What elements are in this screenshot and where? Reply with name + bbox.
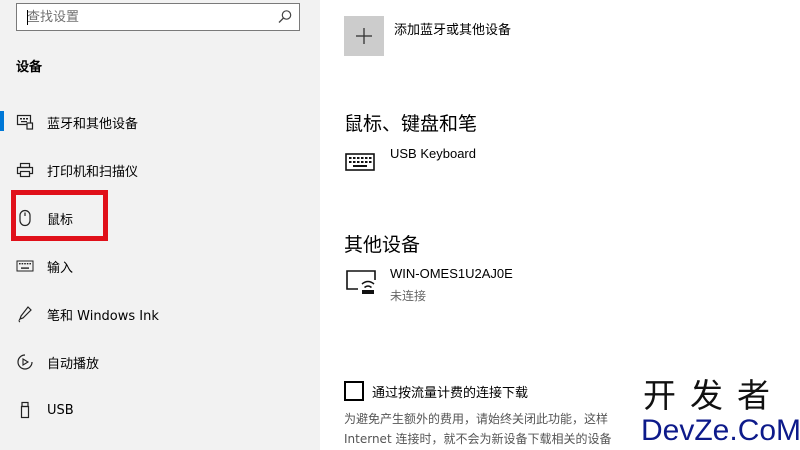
printer-icon bbox=[15, 160, 35, 180]
autoplay-icon bbox=[15, 352, 35, 372]
keyboard-device-icon bbox=[345, 153, 375, 171]
metered-description-line-1: 为避免产生额外的费用，请始终关闭此功能，这样 bbox=[344, 412, 609, 426]
sidebar-item-label: 笔和 Windows Ink bbox=[47, 308, 159, 324]
sidebar-item-label: 输入 bbox=[47, 260, 74, 276]
sidebar-item-label: 打印机和扫描仪 bbox=[47, 164, 139, 180]
sidebar-item-bluetooth[interactable]: 蓝牙和其他设备 bbox=[0, 102, 320, 142]
group-title-mouse-keyboard-pen: 鼠标、键盘和笔 bbox=[344, 113, 478, 135]
sidebar-item-usb[interactable]: USB bbox=[0, 390, 320, 430]
pen-icon bbox=[15, 304, 35, 324]
sidebar-item-printers[interactable]: 打印机和扫描仪 bbox=[0, 150, 320, 190]
plus-icon bbox=[356, 28, 372, 44]
sidebar-item-label: 自动播放 bbox=[47, 356, 100, 372]
search-input[interactable] bbox=[17, 4, 267, 30]
search-box[interactable] bbox=[16, 3, 300, 31]
bluetooth-devices-icon bbox=[15, 112, 35, 132]
sidebar-item-typing[interactable]: 输入 bbox=[0, 246, 320, 286]
group-title-other-devices: 其他设备 bbox=[344, 234, 421, 256]
section-heading: 设备 bbox=[16, 60, 43, 75]
device-name[interactable]: USB Keyboard bbox=[390, 146, 476, 161]
metered-download-checkbox[interactable] bbox=[344, 381, 364, 401]
search-icon[interactable] bbox=[277, 9, 293, 25]
sidebar-item-label: 蓝牙和其他设备 bbox=[47, 116, 139, 132]
metered-description-line-2: Internet 连接时，就不会为新设备下载相关的设备 bbox=[344, 432, 612, 446]
sidebar-item-autoplay[interactable]: 自动播放 bbox=[0, 342, 320, 382]
sidebar-item-pen[interactable]: 笔和 Windows Ink bbox=[0, 294, 320, 334]
wireless-display-icon bbox=[346, 270, 376, 294]
device-status: 未连接 bbox=[390, 289, 427, 303]
add-device-button[interactable] bbox=[344, 16, 384, 56]
highlight-box bbox=[11, 190, 108, 241]
metered-download-label[interactable]: 通过按流量计费的连接下载 bbox=[372, 382, 528, 401]
sidebar-item-label: USB bbox=[47, 402, 74, 418]
sidebar: 设备 蓝牙和其他设备 打印机和扫描仪 bbox=[0, 0, 320, 450]
usb-icon bbox=[15, 400, 35, 420]
text-caret bbox=[27, 10, 28, 25]
add-device-label[interactable]: 添加蓝牙或其他设备 bbox=[394, 19, 511, 38]
keyboard-icon bbox=[15, 256, 35, 276]
device-name[interactable]: WIN-OMES1U2AJ0E bbox=[390, 266, 513, 281]
